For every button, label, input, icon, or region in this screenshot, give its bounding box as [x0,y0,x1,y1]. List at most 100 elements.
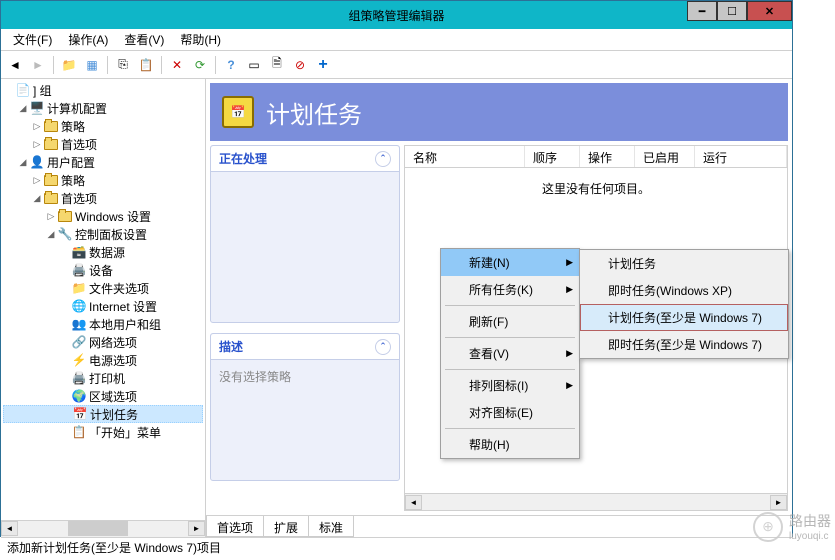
expander-icon[interactable]: ◢ [31,193,43,204]
back-button[interactable]: ◄ [5,55,25,75]
expander-icon[interactable]: ▷ [31,121,43,132]
paste-button[interactable]: 📋 [136,55,156,75]
menu-action[interactable]: 操作(A) [60,29,116,50]
col-action[interactable]: 操作 [580,146,635,167]
tree-view[interactable]: 📄] 组 ◢🖥️计算机配置 ▷策略 ▷首选项 ◢👤用户配置 ▷策略 ◢首选项 ▷… [1,79,205,443]
maximize-button[interactable]: ☐ [717,1,747,21]
ctx-refresh[interactable]: 刷新(F) [441,308,579,335]
clock-icon: 📅 [72,406,88,422]
ctx-new[interactable]: 新建(N)▶ 计划任务 即时任务(Windows XP) 计划任务(至少是 Wi… [441,249,579,276]
ctx-arrange[interactable]: 排列图标(I)▶ [441,372,579,399]
collapse-icon[interactable]: ⌃ [375,151,391,167]
expander-icon[interactable]: ◢ [45,229,57,240]
tree-root[interactable]: 📄] 组 [3,81,203,99]
help-button[interactable]: ? [221,55,241,75]
ctx-align[interactable]: 对齐图标(E) [441,399,579,426]
refresh-button[interactable]: ⟳ [190,55,210,75]
device-icon: 🖨️ [71,262,87,278]
tree-scrollbar[interactable]: ◄ ► [1,520,205,537]
col-name[interactable]: 名称 [405,146,525,167]
tree-printers[interactable]: 🖨️打印机 [3,369,203,387]
menu-help[interactable]: 帮助(H) [172,29,229,50]
tree-preferences-2[interactable]: ◢首选项 [3,189,203,207]
forward-button[interactable]: ► [28,55,48,75]
context-menu: 新建(N)▶ 计划任务 即时任务(Windows XP) 计划任务(至少是 Wi… [440,248,580,459]
add-button[interactable]: + [313,55,333,75]
task-grid: 名称 顺序 操作 已启用 运行 这里没有任何项目。 新建(N)▶ 计划任务 [404,145,788,511]
grid-scrollbar[interactable]: ◄ ► [405,493,787,510]
delete-button[interactable]: ✕ [167,55,187,75]
grid-body[interactable]: 这里没有任何项目。 新建(N)▶ 计划任务 即时任务(Windows XP) 计… [405,168,787,493]
menu-view[interactable]: 查看(V) [116,29,172,50]
tree-devices[interactable]: 🖨️设备 [3,261,203,279]
col-run[interactable]: 运行 [695,146,787,167]
sub-scheduled-task[interactable]: 计划任务 [580,250,788,277]
toolbar: ◄ ► 📁 ▦ ⎘ 📋 ✕ ⟳ ? ▭ 🗎 ⊘ + [1,51,792,79]
tree-data-sources[interactable]: 🗃️数据源 [3,243,203,261]
start-icon: 📋 [71,424,87,440]
scroll-thumb[interactable] [68,521,128,536]
tree-power-options[interactable]: ⚡电源选项 [3,351,203,369]
ctx-help[interactable]: 帮助(H) [441,431,579,458]
stop-button[interactable]: ⊘ [290,55,310,75]
copy-button[interactable]: ⎘ [113,55,133,75]
tree-internet-settings[interactable]: 🌐Internet 设置 [3,297,203,315]
tree-computer-config[interactable]: ◢🖥️计算机配置 [3,99,203,117]
arrow-right-icon: ► [32,58,44,72]
scroll-right-button[interactable]: ► [188,521,205,536]
tree-windows-settings[interactable]: ▷Windows 设置 [3,207,203,225]
panel-header[interactable]: 正在处理 ⌃ [211,146,399,172]
expander-icon[interactable]: ◢ [17,157,29,168]
tree-user-config[interactable]: ◢👤用户配置 [3,153,203,171]
watermark-icon: ⊕ [753,512,783,542]
arrow-right-icon: ▶ [566,284,573,295]
panel-header[interactable]: 描述 ⌃ [211,334,399,360]
tree-label: 策略 [61,118,85,135]
scroll-right-button[interactable]: ► [770,495,787,510]
tree-folder-options[interactable]: 📁文件夹选项 [3,279,203,297]
sub-scheduled-win7[interactable]: 计划任务(至少是 Windows 7) [580,304,788,331]
ctx-all-tasks[interactable]: 所有任务(K)▶ [441,276,579,303]
network-icon: 🔗 [71,334,87,350]
properties-button[interactable]: ▭ [244,55,264,75]
delete-icon: ✕ [172,58,182,72]
col-order[interactable]: 顺序 [525,146,580,167]
tab-standard[interactable]: 标准 [308,516,354,537]
tree-network-options[interactable]: 🔗网络选项 [3,333,203,351]
sub-immediate-win7[interactable]: 即时任务(至少是 Windows 7) [580,331,788,358]
collapse-icon[interactable]: ⌃ [375,339,391,355]
tree-local-users[interactable]: 👥本地用户和组 [3,315,203,333]
tree-control-panel[interactable]: ◢🔧控制面板设置 [3,225,203,243]
expander-icon[interactable]: ▷ [31,175,43,186]
expander-icon[interactable]: ◢ [17,103,29,114]
scroll-track[interactable] [422,495,770,510]
tree-policies-2[interactable]: ▷策略 [3,171,203,189]
tab-preferences[interactable]: 首选项 [206,516,264,537]
scroll-left-button[interactable]: ◄ [405,495,422,510]
menu-file[interactable]: 文件(F) [5,29,60,50]
close-button[interactable]: ✕ [747,1,792,21]
tab-extended[interactable]: 扩展 [263,516,309,537]
up-button[interactable]: 📁 [59,55,79,75]
printer-icon: 🖨️ [71,370,87,386]
tree-scheduled-tasks[interactable]: 📅计划任务 [3,405,203,423]
sub-immediate-xp[interactable]: 即时任务(Windows XP) [580,277,788,304]
new-submenu: 计划任务 即时任务(Windows XP) 计划任务(至少是 Windows 7… [579,249,789,359]
minimize-button[interactable]: ━ [687,1,717,21]
tree-start-menu[interactable]: 📋「开始」菜单 [3,423,203,441]
col-enabled[interactable]: 已启用 [635,146,695,167]
tree-label: 打印机 [89,370,125,387]
tree-regional-options[interactable]: 🌍区域选项 [3,387,203,405]
filter-button[interactable]: 🗎 [267,55,287,75]
tree-label: 设备 [89,262,113,279]
expander-icon[interactable]: ▷ [45,211,57,222]
scroll-track[interactable] [18,521,188,536]
tree-label: 本地用户和组 [89,316,161,333]
tree-policies-1[interactable]: ▷ 策略 [3,117,203,135]
ctx-view[interactable]: 查看(V)▶ [441,340,579,367]
scroll-left-button[interactable]: ◄ [1,521,18,536]
show-hide-button[interactable]: ▦ [82,55,102,75]
tree-preferences-1[interactable]: ▷首选项 [3,135,203,153]
expander-icon[interactable]: ▷ [31,139,43,150]
watermark-brand: 路由器 [789,511,831,531]
